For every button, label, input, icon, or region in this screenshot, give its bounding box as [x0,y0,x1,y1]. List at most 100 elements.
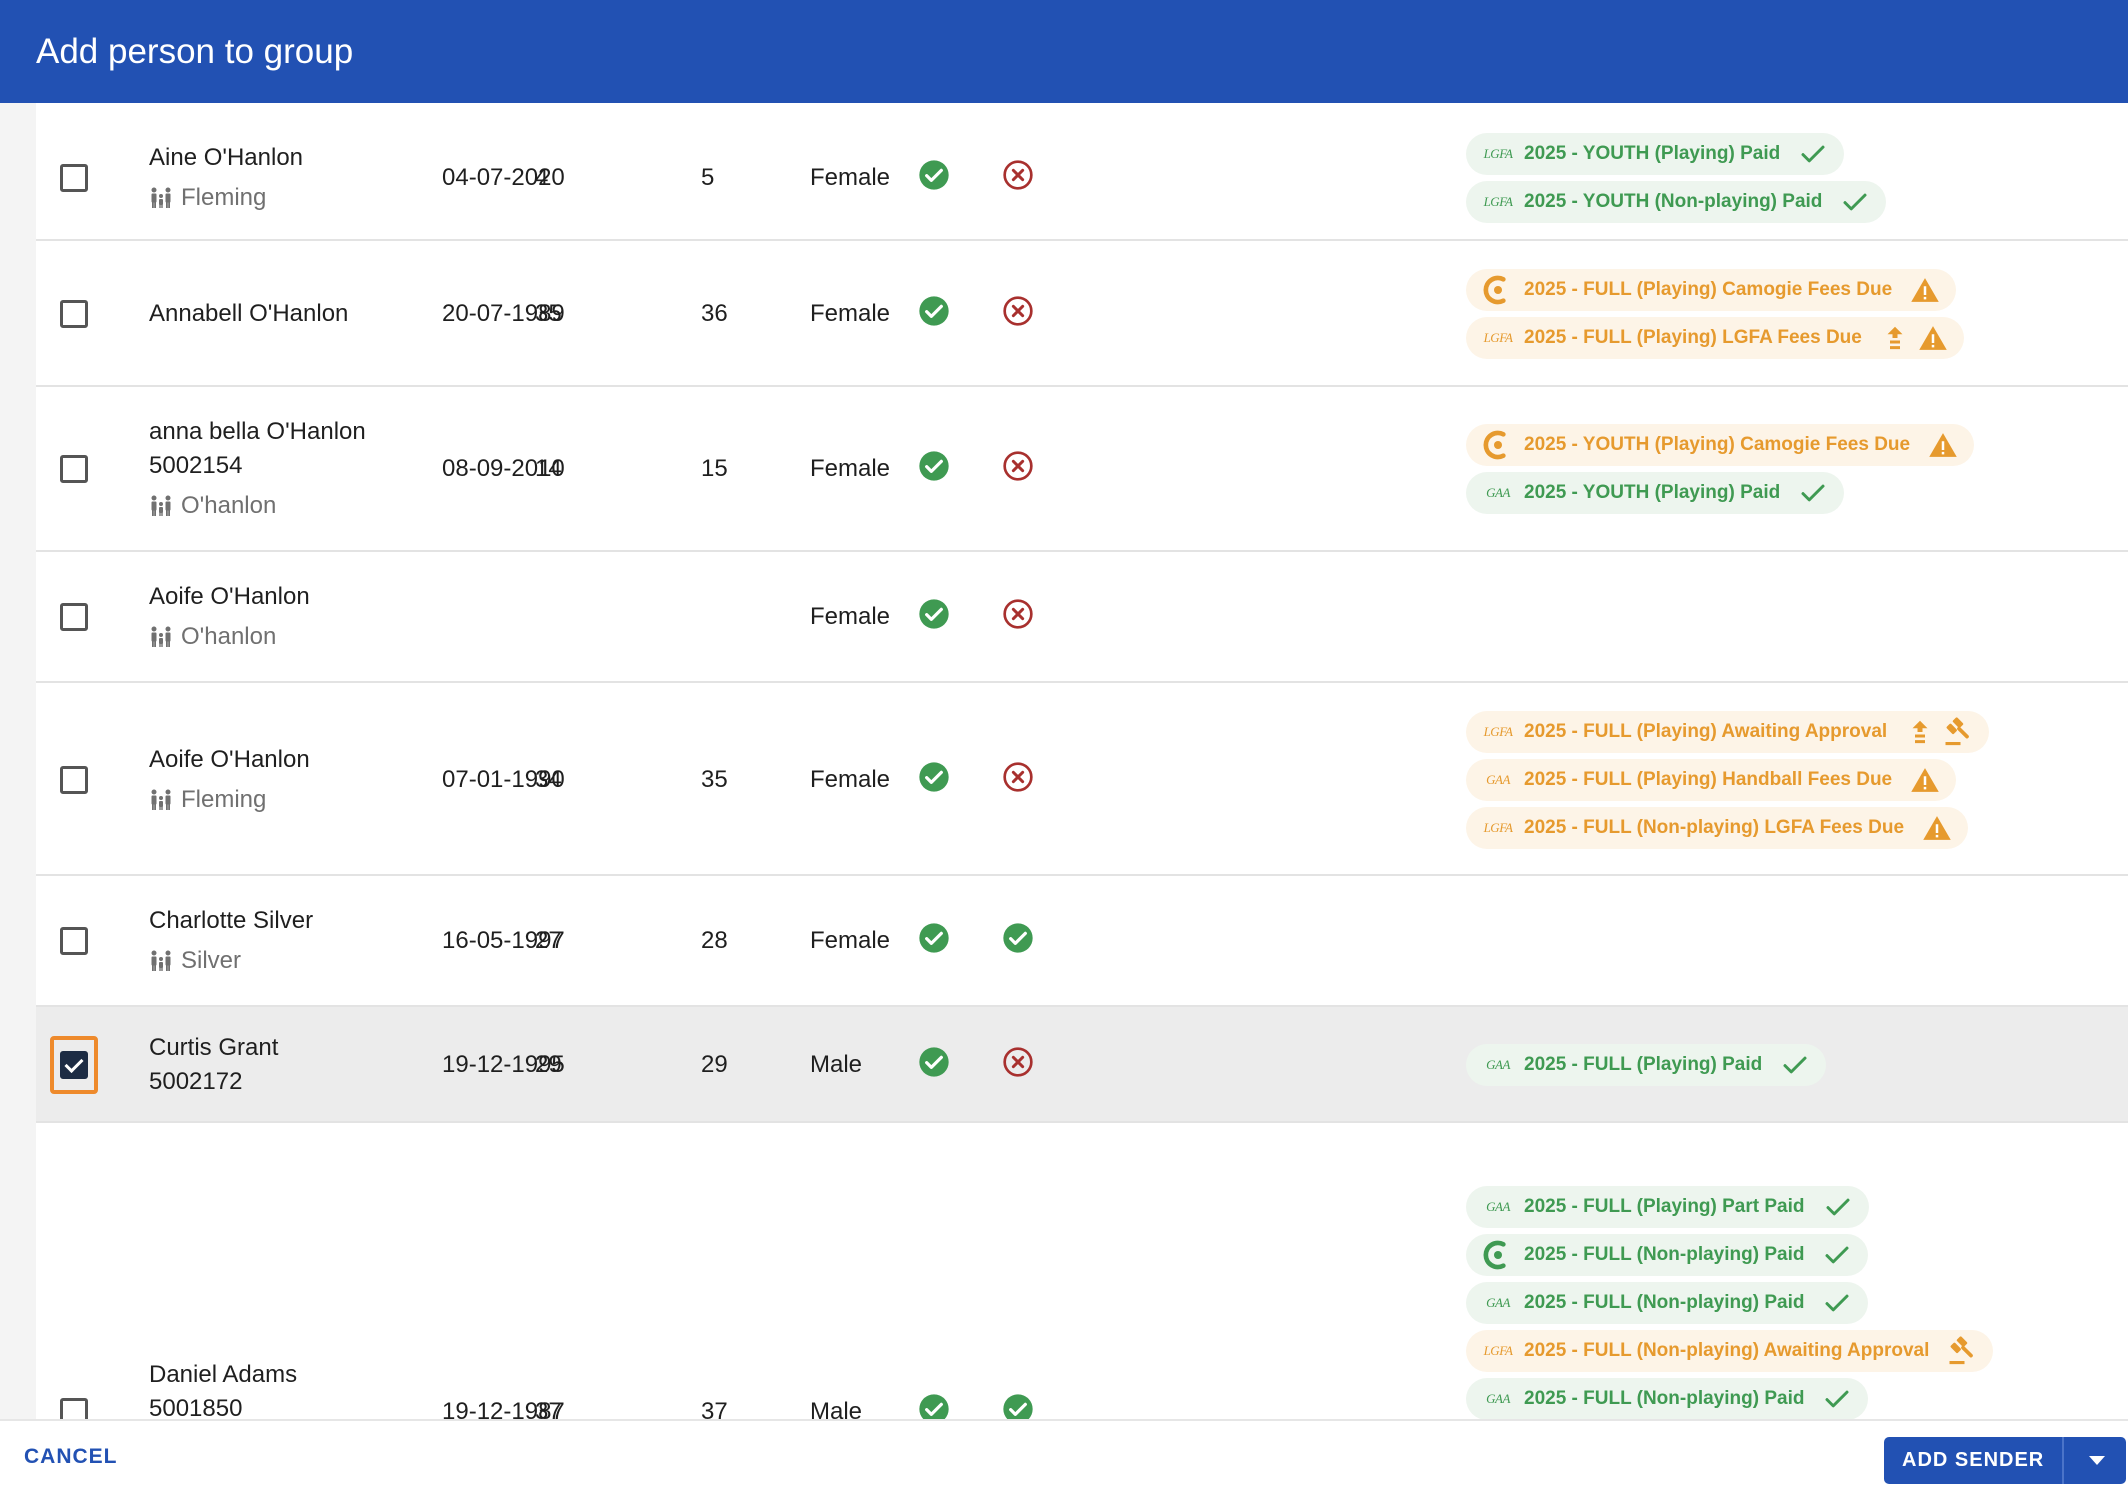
warning-icon [1929,433,1957,457]
check-icon [919,451,949,481]
check-icon [1003,923,1033,953]
row-select-checkbox[interactable] [60,300,88,328]
membership-chip[interactable]: LGFA 2025 - FULL (Playing) LGFA Fees Due [1466,317,1964,359]
add-sender-dropdown-arrow[interactable] [2062,1437,2127,1484]
table-row[interactable]: Aoife O'Hanlon Fleming 07-01-1990 34 35 Femal… [36,683,2128,876]
camogie-logo-icon [1483,1240,1506,1270]
row-select-checkbox[interactable] [60,766,88,794]
gaa-logo-icon: GAA [1486,772,1510,787]
family-label: Fleming [181,786,267,813]
membership-chip[interactable]: LGFA 2025 - FULL (Playing) Awaiting Appro… [1466,711,1990,753]
cancel-button[interactable]: CANCEL [24,1445,118,1469]
row-select-checkbox[interactable] [60,1051,88,1079]
cross-icon [1003,599,1033,629]
check-icon [1825,1294,1849,1312]
age-next: 15 [701,455,728,482]
membership-status-icons [1905,717,1973,747]
membership-status-icons [1822,1240,1852,1270]
gaa-logo-icon: GAA [1486,1295,1510,1310]
person-name: Annabell O'Hanlon [149,300,349,327]
membership-status-icons [1947,1336,1977,1366]
membership-label: 2025 - YOUTH (Non-playing) Paid [1524,191,1823,212]
row-select-checkbox[interactable] [60,455,88,483]
row-select-checkbox[interactable] [60,927,88,955]
membership-chip[interactable]: GAA 2025 - FULL (Non-playing) Paid [1466,1378,1869,1419]
membership-status-icons [1922,813,1952,843]
cross-icon [1003,762,1033,792]
membership-status-icons [1928,430,1958,460]
family-label: O'hanlon [181,623,277,650]
check-icon [919,923,949,953]
gender: Female [810,766,891,793]
age-current: 4 [535,164,549,191]
add-sender-split-button: ADD SENDER [1884,1437,2127,1484]
table-row[interactable]: Aoife O'Hanlon O'hanlon Female [36,552,2128,683]
membership-label: 2025 - FULL (Playing) Part Paid [1524,1196,1805,1217]
person-name: Aoife O'Hanlon [149,746,310,773]
age-next: 36 [701,300,728,327]
upgrade-icon [1887,326,1903,350]
gavel-icon [1949,1336,1974,1365]
table-row[interactable]: Aine O'Hanlon Fleming 04-07-2020 4 5 Female LG… [36,103,2128,241]
membership-status-icons [1780,1050,1810,1080]
row-select-checkbox[interactable] [60,603,88,631]
check-icon [1843,193,1867,211]
age-current: 29 [535,1051,562,1078]
membership-status-icons [1822,1288,1852,1318]
person-name: Aoife O'Hanlon [149,583,310,610]
membership-chip[interactable]: GAA 2025 - FULL (Playing) Paid [1466,1044,1827,1086]
add-sender-button[interactable]: ADD SENDER [1884,1437,2063,1484]
table-row[interactable]: Charlotte Silver Silver 16-05-1997 27 28 Fema… [36,876,2128,1007]
membership-label: 2025 - FULL (Playing) Awaiting Approval [1524,721,1888,742]
check-icon [919,599,949,629]
warning-icon [1911,278,1939,302]
membership-status-icons [1798,478,1828,508]
gaa-logo-icon: GAA [1486,1391,1510,1406]
member-id: 5001850 [149,1395,243,1419]
person-name: Daniel Adams [149,1361,298,1388]
table-row[interactable]: Curtis Grant 5002172 19-12-1995 29 29 Male GAA… [36,1007,2128,1123]
row-select-checkbox[interactable] [60,1398,88,1419]
family-name: O'hanlon [149,620,310,654]
check-icon [919,296,949,326]
check-icon [1801,484,1825,502]
family-icon [151,789,171,810]
membership-chip[interactable]: LGFA 2025 - FULL (Non-playing) LGFA Fees … [1466,807,1969,849]
membership-label: 2025 - FULL (Non-playing) Awaiting Appro… [1524,1340,1930,1361]
cross-icon [1003,160,1033,190]
dialog-header: Add person to group [0,0,2128,103]
membership-chip[interactable]: LGFA 2025 - YOUTH (Playing) Paid [1466,133,1845,175]
membership-status-icons [1822,1384,1852,1414]
gender: Male [810,1051,863,1078]
membership-chip[interactable]: LGFA 2025 - FULL (Non-playing) Awaiting A… [1466,1330,1994,1372]
row-select-checkbox[interactable] [60,164,88,192]
membership-label: 2025 - FULL (Playing) LGFA Fees Due [1524,327,1862,348]
table-row[interactable]: Daniel Adams5001850YETST19-12-19873737Ma… [36,1123,2128,1419]
person-info: anna bella O'Hanlon 5002154 O'hanlon [149,415,366,523]
membership-chip[interactable]: GAA 2025 - FULL (Playing) Handball Fees D… [1466,759,1957,801]
membership-chip[interactable]: 2025 - FULL (Non-playing) Paid [1466,1234,1869,1276]
people-table[interactable]: Aine O'Hanlon Fleming 04-07-2020 4 5 Female LG… [0,103,2128,1419]
membership-chips: LGFA 2025 - FULL (Playing) Awaiting Appro… [1466,711,1990,849]
check-icon [1825,1390,1849,1408]
membership-chip[interactable]: GAA 2025 - FULL (Non-playing) Paid [1466,1282,1869,1324]
check-icon [919,1394,949,1419]
membership-chip[interactable]: GAA 2025 - FULL (Playing) Part Paid [1466,1186,1869,1228]
lgfa-logo-icon: LGFA [1483,146,1513,161]
family-icon [151,626,171,647]
membership-status-icons [1823,1192,1853,1222]
table-row[interactable]: Annabell O'Hanlon 20-07-1989 35 36 Female 202… [36,241,2128,387]
membership-chip[interactable]: LGFA 2025 - YOUTH (Non-playing) Paid [1466,181,1887,223]
family-label: O'hanlon [181,492,277,519]
membership-chip[interactable]: 2025 - FULL (Playing) Camogie Fees Due [1466,269,1957,311]
family-icon [151,495,171,516]
membership-chip[interactable]: GAA 2025 - YOUTH (Playing) Paid [1466,472,1845,514]
person-info: Charlotte Silver Silver [149,904,313,978]
person-info: Annabell O'Hanlon [149,297,348,331]
check-icon [1783,1056,1807,1074]
gender: Female [810,603,891,630]
table-row[interactable]: anna bella O'Hanlon 5002154 O'hanlon 08-09-… [36,387,2128,552]
membership-chip[interactable]: 2025 - YOUTH (Playing) Camogie Fees Due [1466,424,1975,466]
gender: Female [810,300,891,327]
age-next: 28 [701,927,728,954]
